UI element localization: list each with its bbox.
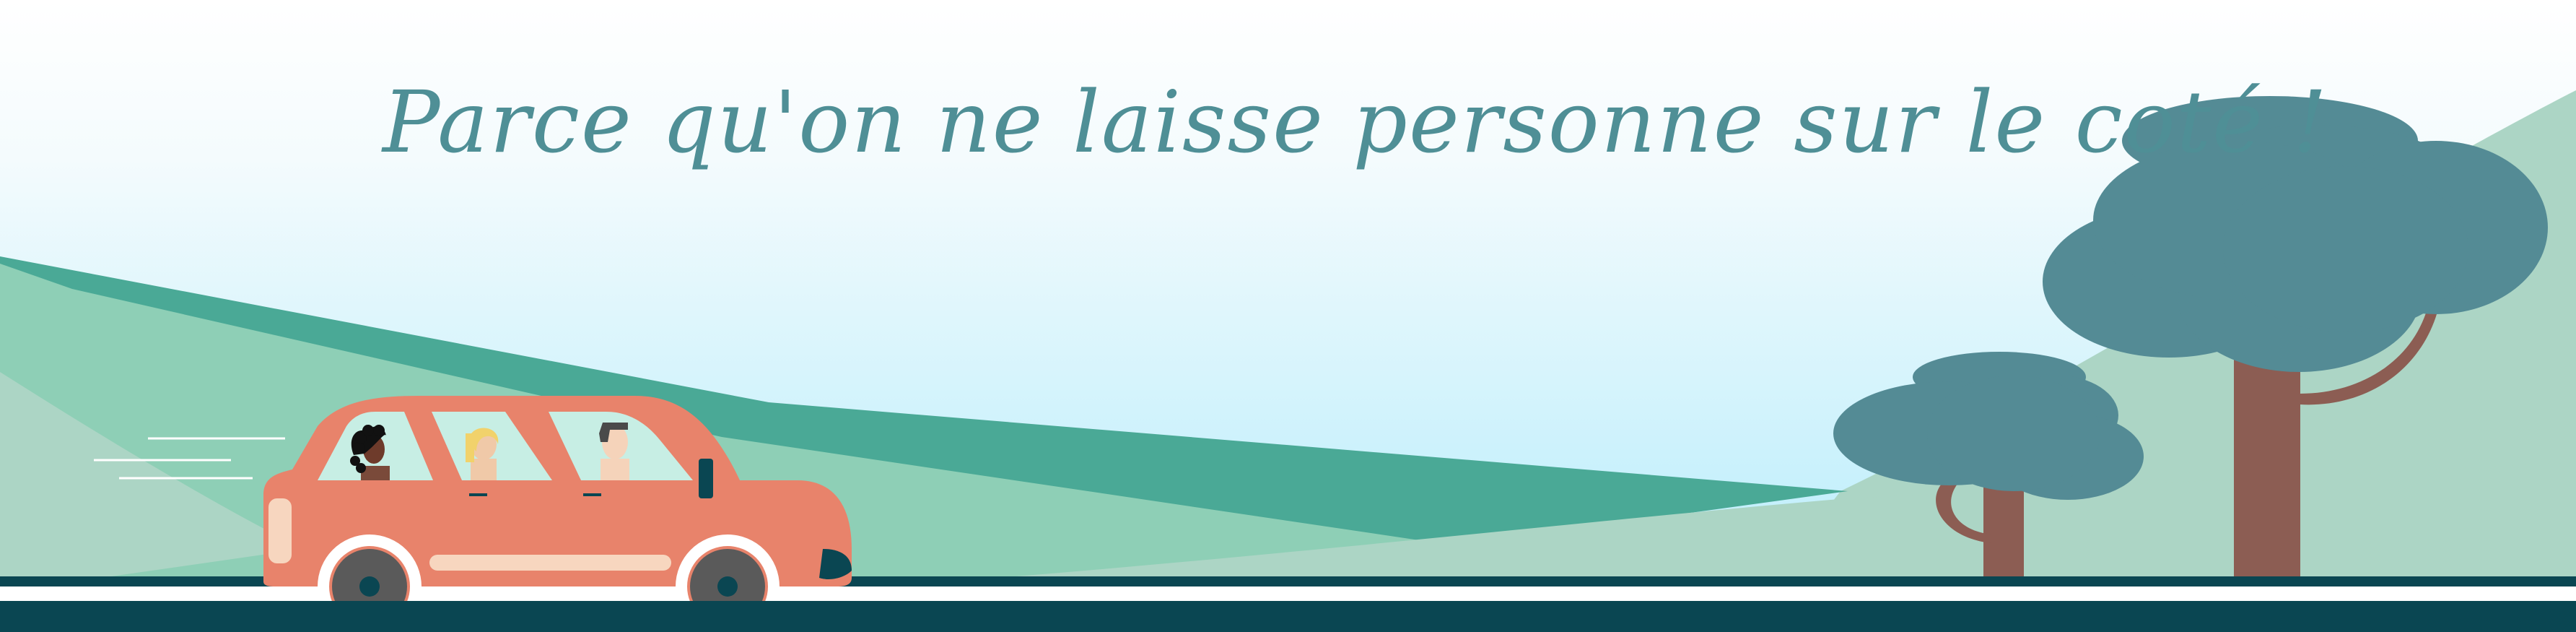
tagline: Parce qu'on ne laisse personne sur le co… xyxy=(383,72,2328,172)
road-stripe-lower xyxy=(0,601,2576,632)
hero-banner: Parce qu'on ne laisse personne sur le co… xyxy=(0,0,2576,632)
